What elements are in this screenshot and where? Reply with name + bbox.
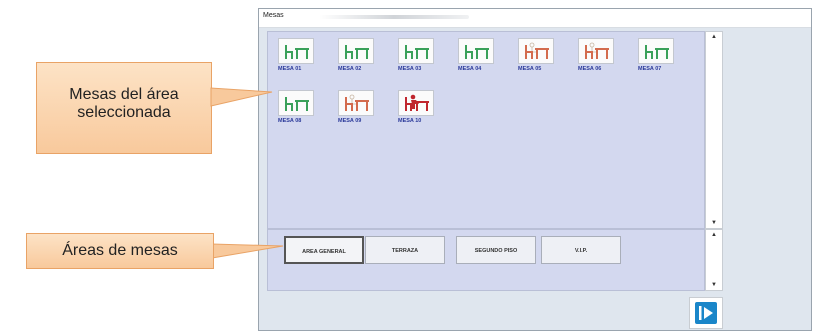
title-bar: Mesas [259, 9, 811, 28]
table-item[interactable]: MESA 10 [398, 90, 436, 124]
callout-text: Áreas de mesas [62, 242, 178, 259]
table-icon [345, 45, 369, 59]
table-label: MESA 05 [518, 66, 542, 72]
area-label: V.I.P. [574, 248, 588, 254]
areas-scrollbar[interactable]: ▲ ▼ [705, 229, 723, 291]
table-button[interactable] [578, 38, 614, 64]
table-button[interactable] [278, 90, 314, 116]
table-item[interactable]: MESA 06 [578, 38, 616, 72]
table-button[interactable] [638, 38, 674, 64]
tables-scrollbar[interactable]: ▲ ▼ [705, 31, 723, 229]
callout-tables: Mesas del área seleccionada [36, 62, 212, 154]
reserved-table-icon [585, 42, 609, 59]
table-item[interactable]: MESA 08 [278, 90, 316, 124]
area-label: AREA GENERAL [302, 249, 346, 255]
table-button[interactable] [338, 90, 374, 116]
area-tab-segundo-piso[interactable]: SEGUNDO PISO [456, 236, 536, 264]
tables-window: Mesas MESA 01 MESA 02 MESA 03 MESA 04 MESA 0… [258, 8, 812, 331]
callout-text: seleccionada [77, 104, 171, 121]
callout-areas: Áreas de mesas [26, 233, 214, 269]
table-button[interactable] [398, 38, 434, 64]
area-tab-general[interactable]: AREA GENERAL [284, 236, 364, 264]
table-item[interactable]: MESA 02 [338, 38, 376, 72]
table-button[interactable] [398, 90, 434, 116]
table-icon [405, 45, 429, 59]
area-label: TERRAZA [391, 248, 419, 254]
callout-text: Mesas del área [69, 86, 179, 103]
table-label: MESA 01 [278, 66, 302, 72]
area-tab-vip[interactable]: V.I.P. [541, 236, 621, 264]
table-icon [465, 45, 489, 59]
table-label: MESA 07 [638, 66, 662, 72]
scroll-up-arrow-icon[interactable]: ▲ [706, 230, 722, 240]
table-item[interactable]: MESA 07 [638, 38, 676, 72]
table-button[interactable] [278, 38, 314, 64]
table-icon [285, 45, 309, 59]
area-tab-terraza[interactable]: TERRAZA [365, 236, 445, 264]
area-label: SEGUNDO PISO [474, 248, 518, 254]
table-label: MESA 04 [458, 66, 482, 72]
table-icon [645, 45, 669, 59]
areas-panel: AREA GENERAL TERRAZA SEGUNDO PISO V.I.P. [267, 229, 705, 291]
table-label: MESA 08 [278, 118, 302, 124]
scroll-up-arrow-icon[interactable]: ▲ [706, 32, 722, 42]
occupied-table-icon [405, 94, 429, 111]
scroll-down-arrow-icon[interactable]: ▼ [706, 218, 722, 228]
table-label: MESA 02 [338, 66, 362, 72]
table-label: MESA 03 [398, 66, 422, 72]
table-item[interactable]: MESA 04 [458, 38, 496, 72]
table-label: MESA 09 [338, 118, 362, 124]
tables-panel: MESA 01 MESA 02 MESA 03 MESA 04 MESA 05 MESA … [267, 31, 705, 229]
table-button[interactable] [338, 38, 374, 64]
window-title: Mesas [263, 12, 284, 19]
table-item[interactable]: MESA 05 [518, 38, 556, 72]
reserved-table-icon [525, 42, 549, 59]
table-item[interactable]: MESA 09 [338, 90, 376, 124]
table-item[interactable]: MESA 01 [278, 38, 316, 72]
reserved-table-icon [345, 94, 369, 111]
table-item[interactable]: MESA 03 [398, 38, 436, 72]
table-label: MESA 10 [398, 118, 422, 124]
exit-icon [695, 302, 717, 324]
table-button[interactable] [458, 38, 494, 64]
table-label: MESA 06 [578, 66, 602, 72]
table-button[interactable] [518, 38, 554, 64]
table-icon [285, 97, 309, 111]
exit-button[interactable] [689, 297, 723, 329]
scroll-down-arrow-icon[interactable]: ▼ [706, 280, 722, 290]
title-blur [319, 15, 469, 19]
